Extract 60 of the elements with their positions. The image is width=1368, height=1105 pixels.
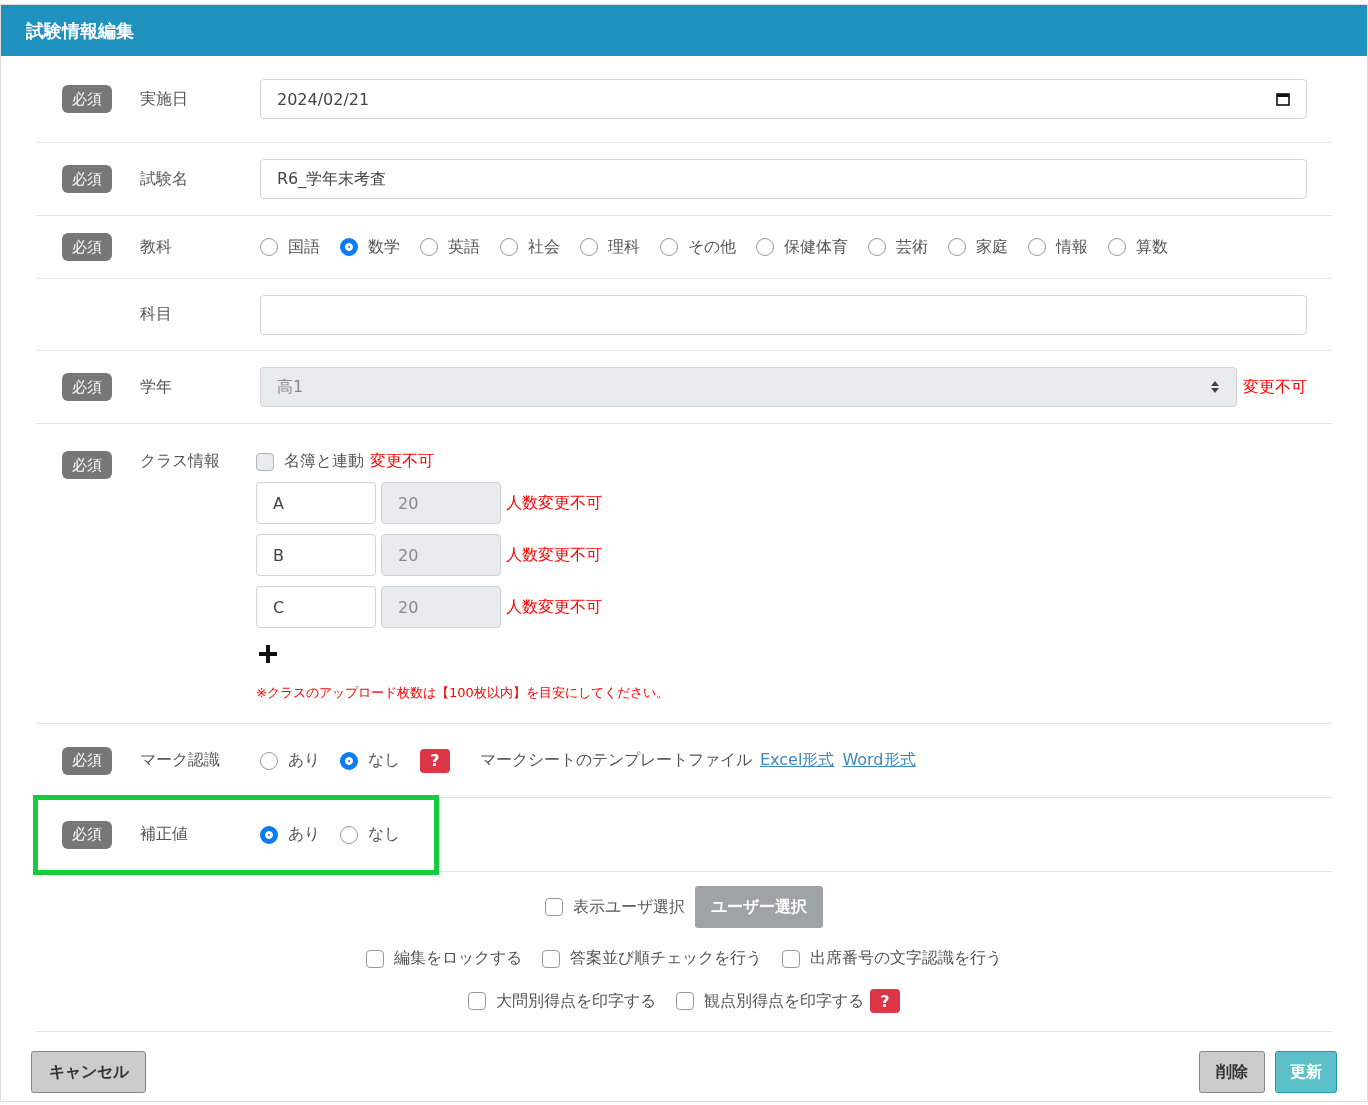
radio-option[interactable]: 保健体育 xyxy=(756,236,848,258)
required-badge: 必須 xyxy=(62,820,112,849)
field-label: 科目 xyxy=(140,304,173,325)
radio-option[interactable]: 情報 xyxy=(1028,236,1088,258)
required-badge: 必須 xyxy=(62,746,112,775)
updown-icon xyxy=(1210,380,1220,394)
text-field[interactable] xyxy=(260,294,1307,335)
date-value: 2024/02/21 xyxy=(277,89,370,109)
required-badge: 必須 xyxy=(62,451,112,479)
checkbox-option[interactable]: 答案並び順チェックを行う xyxy=(542,948,762,969)
radio-option[interactable]: あり xyxy=(260,750,320,771)
radio-option[interactable]: 理科 xyxy=(580,236,640,258)
field-label: クラス情報 xyxy=(140,451,221,472)
required-badge: 必須 xyxy=(62,85,112,113)
class-name-field[interactable]: C xyxy=(256,586,376,628)
warning-text: 変更不可 xyxy=(370,451,434,472)
download-link[interactable]: Excel形式 xyxy=(760,750,835,771)
radio-option[interactable]: 英語 xyxy=(420,236,480,258)
checkbox-option[interactable]: 大問別得点を印字する xyxy=(468,990,656,1012)
radio-option[interactable]: 数学 xyxy=(340,236,400,258)
class-name-field[interactable]: B xyxy=(256,534,376,576)
required-badge: 必須 xyxy=(62,165,112,193)
plus-icon[interactable] xyxy=(256,642,280,666)
radio-option[interactable]: あり xyxy=(260,824,320,845)
help-button[interactable]: ? xyxy=(870,989,900,1013)
dialog-title: 試験情報編集 xyxy=(1,5,1367,56)
checkbox-option[interactable]: 観点別得点を印字する xyxy=(676,990,864,1012)
cancel-button[interactable]: キャンセル xyxy=(31,1051,146,1093)
checkbox-option[interactable]: 表示ユーザ選択 xyxy=(545,896,685,918)
radio-option[interactable]: 国語 xyxy=(260,236,320,258)
text-field[interactable]: R6_学年末考査 xyxy=(260,159,1307,199)
notice-text: ※クラスのアップロード枚数は【100枚以内】を目安にしてください。 xyxy=(256,684,670,702)
warning-text: 人数変更不可 xyxy=(506,544,602,566)
warning-text: 変更不可 xyxy=(1243,376,1307,398)
field-label: マーク認識 xyxy=(140,750,221,771)
radio-option[interactable]: 算数 xyxy=(1108,236,1168,258)
radio-option[interactable]: なし xyxy=(340,824,400,845)
delete-button[interactable]: 削除 xyxy=(1199,1051,1265,1093)
radio-option[interactable]: その他 xyxy=(660,236,736,258)
radio-option[interactable]: 芸術 xyxy=(868,236,928,258)
template-label: マークシートのテンプレートファイル xyxy=(480,750,752,771)
field-label: 学年 xyxy=(140,376,173,398)
radio-option[interactable]: 社会 xyxy=(500,236,560,258)
required-badge: 必須 xyxy=(62,373,112,401)
warning-text: 人数変更不可 xyxy=(506,492,602,514)
required-badge: 必須 xyxy=(62,233,112,261)
date-field[interactable]: 2024/02/21 xyxy=(260,79,1307,119)
help-button[interactable]: ? xyxy=(420,748,450,773)
field-label: 試験名 xyxy=(140,168,189,190)
field-label: 補正値 xyxy=(140,824,189,845)
field-label: 実施日 xyxy=(140,88,189,110)
warning-text: 人数変更不可 xyxy=(506,596,602,618)
checkbox-option[interactable]: 出席番号の文字認識を行う xyxy=(782,948,1002,969)
download-link[interactable]: Word形式 xyxy=(842,750,916,771)
calendar-icon xyxy=(1276,92,1290,106)
checkbox-option[interactable]: 編集をロックする xyxy=(366,948,522,969)
class-name-field[interactable]: A xyxy=(256,482,376,524)
radio-option[interactable]: なし xyxy=(340,750,400,771)
radio-option[interactable]: 家庭 xyxy=(948,236,1008,258)
field-label: 教科 xyxy=(140,236,173,258)
